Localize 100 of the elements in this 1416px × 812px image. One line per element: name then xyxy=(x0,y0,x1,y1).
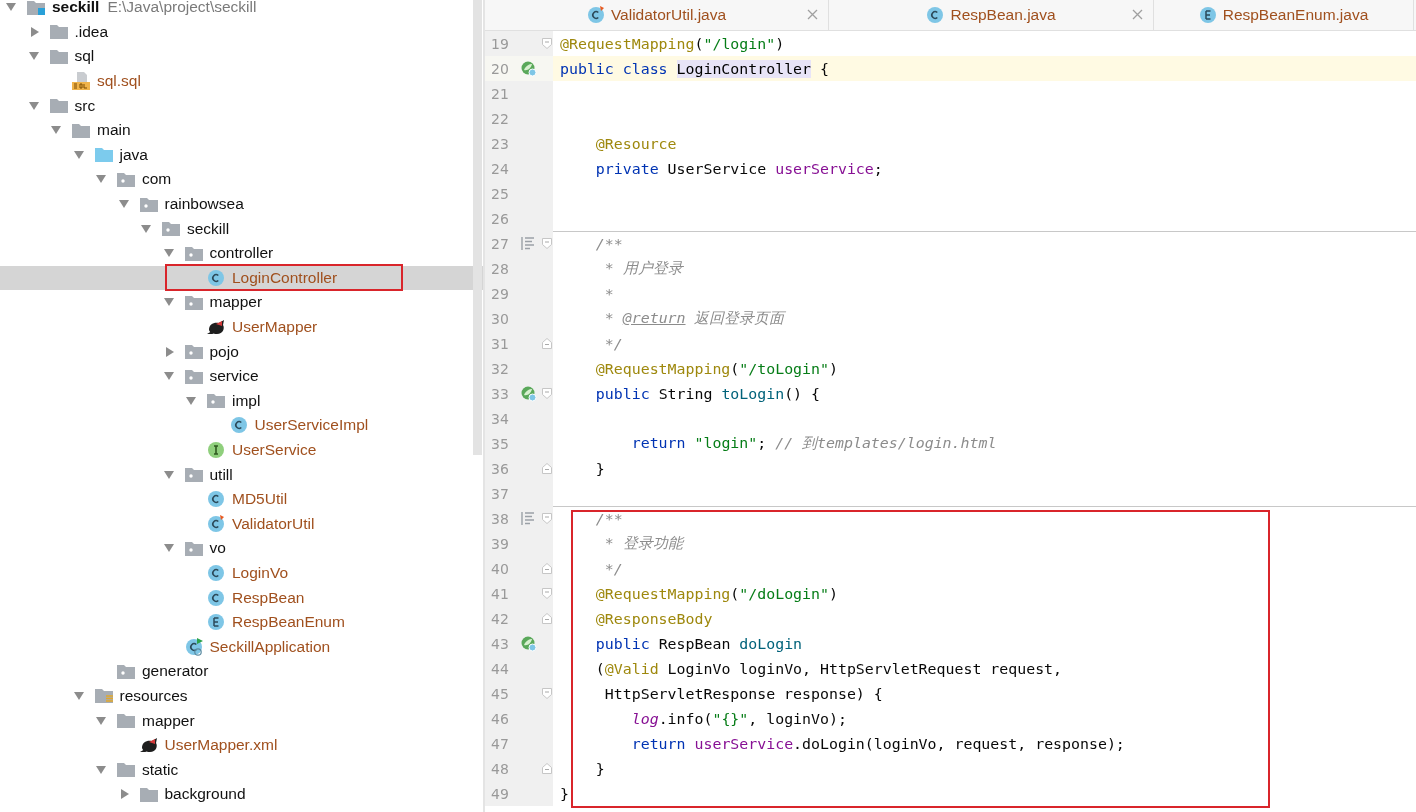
code-line: @Resource xyxy=(594,134,677,153)
editor-tab[interactable]: RespBean.java xyxy=(829,0,1154,30)
line-number: 22 xyxy=(491,110,510,127)
class-icon xyxy=(207,268,225,287)
class-icon xyxy=(586,6,605,24)
class-icon xyxy=(207,514,225,533)
collapse-arrow-icon[interactable] xyxy=(72,689,85,702)
tree-item[interactable]: MD5Util xyxy=(0,486,483,512)
line-number: 24 xyxy=(491,160,510,177)
line-number: 36 xyxy=(491,460,510,477)
tree-item[interactable]: mapper xyxy=(0,708,483,733)
tree-item[interactable]: SeckillApplication xyxy=(0,634,483,660)
collapse-arrow-icon[interactable] xyxy=(185,394,197,407)
line-number: 35 xyxy=(491,435,510,452)
tree-item[interactable]: vo xyxy=(0,536,483,561)
close-icon[interactable] xyxy=(807,9,818,20)
tree-item[interactable]: impl xyxy=(0,388,483,414)
class-icon xyxy=(229,416,248,435)
folder-icon xyxy=(94,147,113,163)
folder-icon xyxy=(49,49,68,64)
tree-item[interactable]: utill xyxy=(0,462,483,487)
tree-item[interactable]: resources xyxy=(0,683,483,709)
tree-item[interactable]: sql xyxy=(0,44,483,69)
tree-item[interactable]: main xyxy=(0,117,483,143)
collapse-arrow-icon[interactable] xyxy=(95,714,107,727)
tree-item[interactable]: java xyxy=(0,142,483,168)
folder-icon xyxy=(117,762,135,778)
line-number: 23 xyxy=(491,135,510,152)
collapse-arrow-icon[interactable] xyxy=(95,763,107,776)
line-number: 42 xyxy=(491,610,510,627)
editor-tab[interactable]: RespBeanEnum.java xyxy=(1154,0,1414,30)
tree-item[interactable]: rainbowsea xyxy=(0,191,483,217)
code-line: @RequestMapping("/doLogin") xyxy=(594,584,838,603)
folder-icon xyxy=(49,24,68,40)
tree-item[interactable]: LoginController xyxy=(0,265,483,291)
tree-item[interactable]: UserServiceImpl xyxy=(0,413,483,438)
collapse-arrow-icon[interactable] xyxy=(27,99,40,112)
bird-icon xyxy=(139,736,160,755)
class-icon xyxy=(207,588,225,607)
line-number: 33 xyxy=(491,385,510,402)
line-number: 47 xyxy=(491,735,510,752)
tree-item[interactable]: UserMapper.xml xyxy=(0,732,483,758)
folder-icon xyxy=(184,368,203,384)
tree-item[interactable]: generator xyxy=(0,659,483,684)
line-number: 20 xyxy=(491,60,510,77)
code-line: } xyxy=(560,784,569,803)
enum-icon xyxy=(207,613,225,632)
collapse-arrow-icon[interactable] xyxy=(72,148,85,161)
tree-item[interactable]: controller xyxy=(0,240,483,266)
project-path: E:\Java\project\seckill xyxy=(107,0,257,17)
code-line: /** xyxy=(594,510,623,528)
tree-item[interactable]: seckill xyxy=(0,216,483,241)
tree-item[interactable]: background xyxy=(0,782,483,807)
tree-item[interactable]: RespBean xyxy=(0,585,483,610)
tree-item[interactable]: com xyxy=(0,167,483,192)
code-line: HttpServletResponse response) { xyxy=(603,684,883,703)
line-number: 41 xyxy=(491,585,510,602)
code-line: public String toLogin() { xyxy=(594,384,821,403)
folder-icon xyxy=(184,344,203,360)
code-line: */ xyxy=(603,334,623,353)
folder-icon xyxy=(27,0,45,15)
line-number: 32 xyxy=(491,360,510,377)
tree-item[interactable]: UserMapper xyxy=(0,314,483,340)
tree-item[interactable]: service xyxy=(0,363,483,389)
code-line: public class LoginController { xyxy=(560,59,829,78)
editor-tab[interactable]: ValidatorUtil.java xyxy=(485,0,829,30)
line-number: 19 xyxy=(491,35,510,52)
folder-icon xyxy=(162,221,180,237)
code-line: (@Valid LoginVo loginVo, HttpServletRequest request, xyxy=(594,659,1063,678)
tree-item[interactable]: seckill E:\Java\project\seckill xyxy=(0,0,483,20)
close-icon[interactable] xyxy=(1132,9,1143,20)
code-line: return userService.doLogin(loginVo, request, response); xyxy=(630,734,1125,753)
folder-icon xyxy=(184,294,203,310)
collapse-arrow-icon[interactable] xyxy=(162,468,175,481)
enum-icon xyxy=(1198,6,1217,24)
bird-icon xyxy=(207,318,227,336)
tree-item[interactable]: sql.sql xyxy=(0,68,483,94)
scrollbar[interactable] xyxy=(473,0,482,455)
code-line: */ xyxy=(603,559,623,578)
folder-icon xyxy=(207,393,225,409)
code-line: } xyxy=(594,759,605,778)
tree-item[interactable]: static xyxy=(0,757,483,782)
tree-item[interactable]: ValidatorUtil xyxy=(0,511,483,537)
tree-item[interactable]: pojo xyxy=(0,339,483,364)
tree-item[interactable]: LoginVo xyxy=(0,560,483,586)
line-number: 38 xyxy=(491,510,510,527)
code-line: * @return 返回登录页面 xyxy=(603,309,785,328)
tree-item[interactable]: RespBeanEnum xyxy=(0,609,483,635)
tree-item[interactable]: mapper xyxy=(0,290,483,315)
tree-item[interactable]: .idea xyxy=(0,19,483,45)
tree-item[interactable]: src xyxy=(0,93,483,118)
code-line: log.info("{}", loginVo); xyxy=(630,709,847,728)
interface-icon xyxy=(207,441,225,459)
class-icon xyxy=(184,637,203,656)
code-line: @RequestMapping("/login") xyxy=(560,34,785,53)
tree-item[interactable]: UserService xyxy=(0,437,483,463)
line-number: 28 xyxy=(491,260,510,277)
collapse-arrow-icon[interactable] xyxy=(140,222,152,235)
line-number: 40 xyxy=(491,560,510,577)
folder-icon xyxy=(117,713,135,728)
